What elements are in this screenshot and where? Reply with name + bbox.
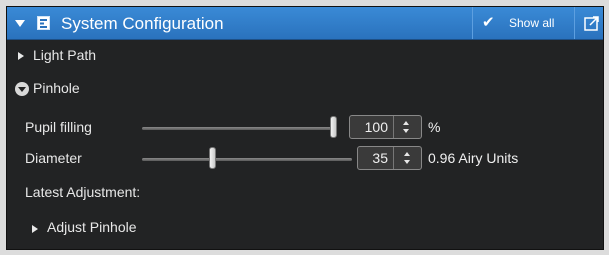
pupil-filling-label: Pupil filling [25, 119, 92, 135]
diameter-unit: 0.96 Airy Units [428, 150, 519, 166]
diameter-value[interactable]: 35 [362, 150, 388, 166]
pupil-filling-value[interactable]: 100 [354, 119, 388, 135]
spinbox-separator [393, 116, 394, 138]
spin-up-arrow-icon[interactable] [403, 121, 409, 125]
system-configuration-panel: System Configuration ✔ Show all Light Pa… [6, 6, 604, 250]
diameter-spinbox[interactable]: 35 [357, 146, 422, 170]
diameter-slider-thumb[interactable] [208, 147, 216, 169]
expand-triangle-icon[interactable] [18, 52, 24, 60]
collapse-circle-icon[interactable] [15, 82, 29, 96]
diameter-label: Diameter [25, 150, 82, 166]
titlebar-divider [574, 7, 575, 39]
spin-up-arrow-icon[interactable] [404, 152, 410, 156]
undock-icon[interactable] [584, 15, 600, 31]
spinbox-separator [393, 147, 394, 169]
checkmark-icon[interactable]: ✔ [482, 13, 495, 31]
adjust-pinhole-item[interactable]: Adjust Pinhole [47, 219, 137, 235]
pupil-filling-unit: % [428, 119, 441, 135]
spin-down-arrow-icon[interactable] [404, 160, 410, 164]
panel-title: System Configuration [61, 14, 224, 33]
config-document-icon [37, 16, 50, 30]
expand-triangle-icon[interactable] [32, 225, 38, 233]
panel-titlebar: System Configuration ✔ Show all [7, 7, 603, 40]
pupil-filling-spinbox[interactable]: 100 [349, 115, 422, 139]
pupil-filling-slider-track[interactable] [142, 127, 337, 130]
pupil-filling-slider-thumb[interactable] [330, 116, 337, 138]
section-light-path[interactable]: Light Path [33, 47, 96, 63]
spin-down-arrow-icon[interactable] [403, 129, 409, 133]
section-pinhole[interactable]: Pinhole [33, 80, 80, 96]
collapse-triangle-icon[interactable] [15, 20, 25, 27]
titlebar-divider [472, 7, 473, 39]
latest-adjustment-label: Latest Adjustment: [25, 184, 141, 200]
show-all-toggle[interactable]: Show all [509, 16, 554, 30]
diameter-slider-track[interactable] [142, 158, 352, 161]
